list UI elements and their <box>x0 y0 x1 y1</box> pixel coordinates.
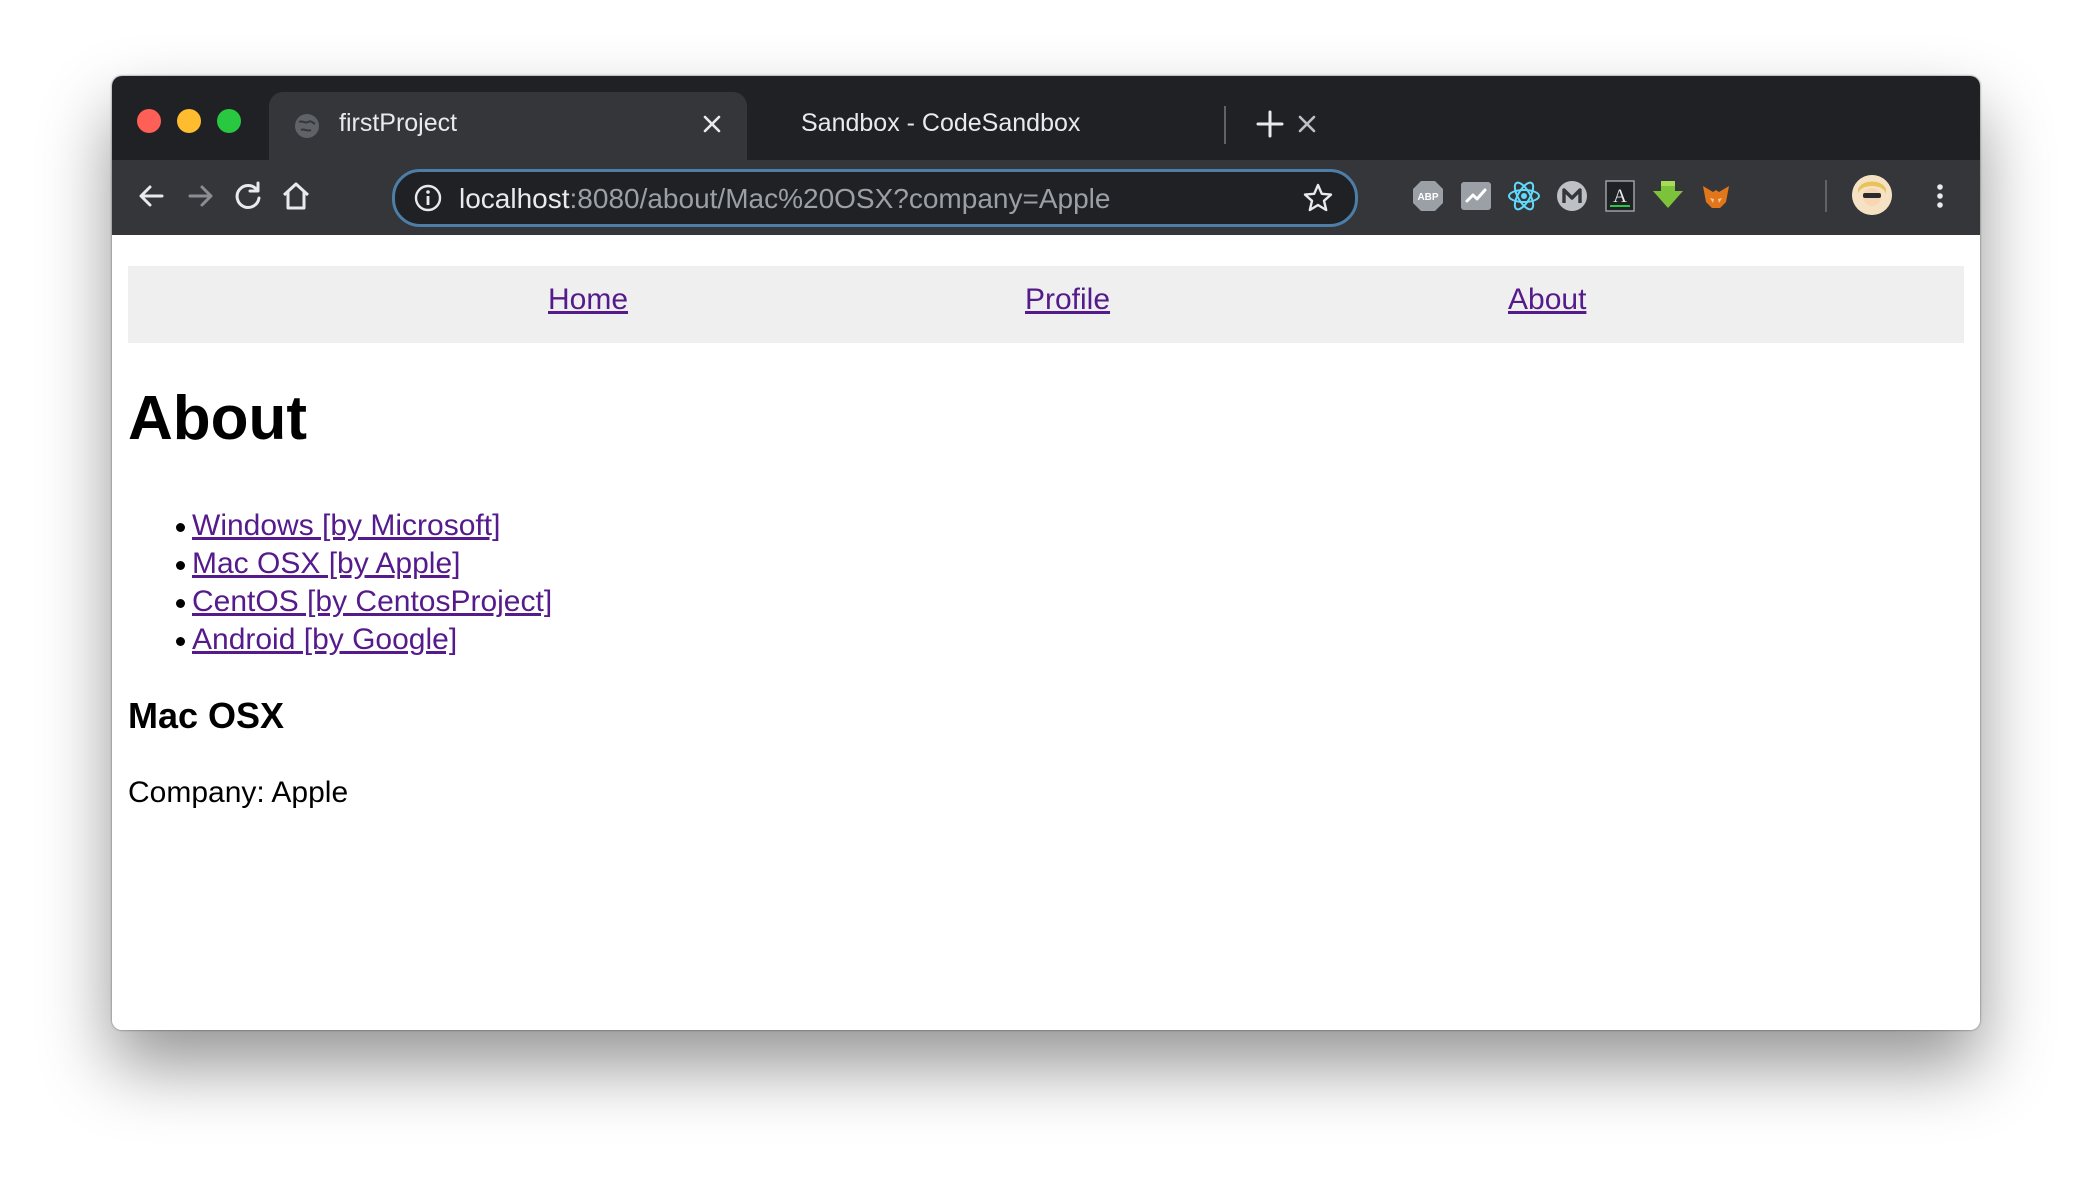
tab-codesandbox[interactable]: Sandbox - CodeSandbox <box>757 92 1337 160</box>
reload-icon[interactable] <box>230 178 266 214</box>
kebab-menu-icon[interactable] <box>1922 178 1958 214</box>
bullet <box>176 561 185 570</box>
address-bar[interactable]: localhost:8080/about/Mac%20OSX?company=A… <box>392 169 1358 227</box>
tab-title: firstProject <box>339 109 458 137</box>
os-link-centos[interactable]: CentOS [by CentosProject] <box>192 585 552 618</box>
bullet <box>176 637 185 646</box>
profile-avatar-icon <box>1852 175 1892 215</box>
company-text: Company: Apple <box>128 776 349 809</box>
page-viewport: Home Profile About About Windows [by Mic… <box>112 235 1980 1030</box>
tab-separator <box>1224 106 1226 144</box>
forward-arrow-icon[interactable] <box>182 178 218 214</box>
close-tab-icon[interactable] <box>1292 109 1322 139</box>
nav-link-home[interactable]: Home <box>548 283 628 317</box>
metamask-icon[interactable] <box>1698 178 1734 214</box>
close-window-button[interactable] <box>137 109 161 133</box>
url-host: localhost <box>459 183 570 214</box>
site-nav: Home Profile About <box>128 266 1964 343</box>
list-item: CentOS [by CentosProject] <box>128 583 552 621</box>
globe-icon <box>295 114 319 138</box>
home-icon[interactable] <box>278 178 314 214</box>
address-url[interactable]: localhost:8080/about/Mac%20OSX?company=A… <box>459 183 1110 215</box>
minimize-window-button[interactable] <box>177 109 201 133</box>
m-icon[interactable] <box>1554 178 1590 214</box>
svg-text:A: A <box>1613 186 1627 207</box>
list-item: Mac OSX [by Apple] <box>128 545 552 583</box>
bullet <box>176 523 185 532</box>
new-tab-icon[interactable] <box>1254 108 1286 140</box>
os-link-windows[interactable]: Windows [by Microsoft] <box>192 509 500 542</box>
browser-window: firstProject Sandbox - CodeSandbox local… <box>112 76 1980 1030</box>
tab-strip: firstProject Sandbox - CodeSandbox <box>112 76 1980 160</box>
os-list: Windows [by Microsoft] Mac OSX [by Apple… <box>128 507 552 659</box>
adblock-icon[interactable]: ABP <box>1410 178 1446 214</box>
maximize-window-button[interactable] <box>217 109 241 133</box>
tab-title: Sandbox - CodeSandbox <box>801 109 1081 137</box>
back-arrow-icon[interactable] <box>134 178 170 214</box>
nav-link-profile[interactable]: Profile <box>1025 283 1110 317</box>
selected-os-heading: Mac OSX <box>128 695 285 736</box>
os-link-android[interactable]: Android [by Google] <box>192 623 457 656</box>
trend-icon[interactable] <box>1458 178 1494 214</box>
nav-link-about[interactable]: About <box>1508 283 1586 317</box>
download-icon[interactable] <box>1650 178 1686 214</box>
url-path: :8080/about/Mac%20OSX?company=Apple <box>569 183 1111 214</box>
page-title: About <box>128 384 308 453</box>
list-item: Android [by Google] <box>128 621 552 659</box>
star-icon[interactable] <box>1301 181 1335 215</box>
bullet <box>176 599 185 608</box>
browser-toolbar: localhost:8080/about/Mac%20OSX?company=A… <box>112 160 1980 235</box>
tab-first-project[interactable]: firstProject <box>269 92 747 160</box>
os-link-mac-osx[interactable]: Mac OSX [by Apple] <box>192 547 460 580</box>
info-icon[interactable] <box>413 183 443 213</box>
avatar[interactable] <box>1852 175 1892 215</box>
close-tab-icon[interactable] <box>697 109 727 139</box>
svg-text:ABP: ABP <box>1417 192 1438 203</box>
font-icon[interactable]: A <box>1602 178 1638 214</box>
list-item: Windows [by Microsoft] <box>128 507 552 545</box>
toolbar-separator <box>1825 180 1827 212</box>
react-devtools-icon[interactable] <box>1506 178 1542 214</box>
